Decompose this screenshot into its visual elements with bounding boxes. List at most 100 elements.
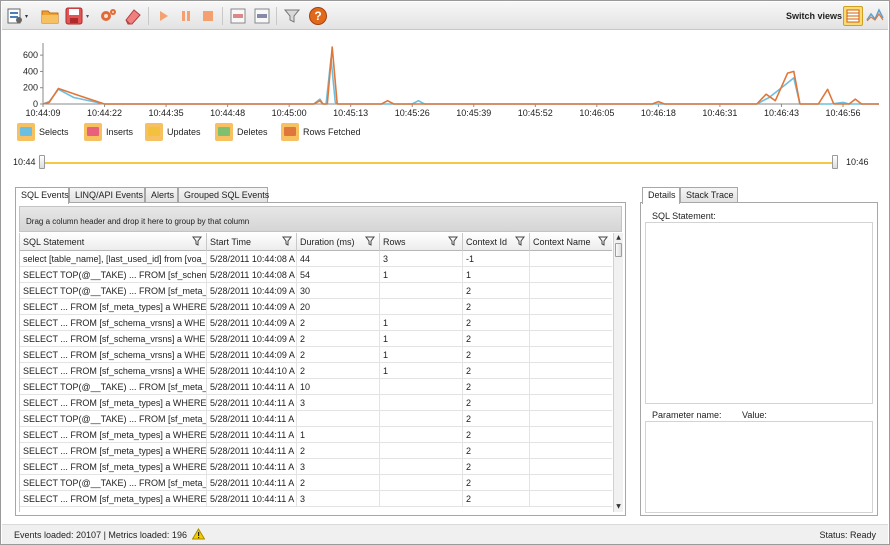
svg-text:?: ? (314, 9, 321, 23)
col-context-id-cell: 2 (463, 491, 530, 507)
table-row[interactable]: select [table_name], [last_used_id] from… (20, 251, 612, 267)
table-row[interactable]: SELECT ... FROM [sf_meta_types] a WHERE … (20, 443, 612, 459)
scroll-up-arrow-icon[interactable]: ▲ (614, 233, 623, 243)
col-start-time-cell: 5/28/2011 10:44:08 A (207, 267, 297, 283)
table-row[interactable]: SELECT TOP(@__TAKE) ... FROM [sf_meta_ty… (20, 283, 612, 299)
col-context-name-cell (530, 299, 612, 315)
column-filter-icon[interactable] (598, 236, 608, 248)
col-context-id-cell: 2 (463, 315, 530, 331)
col-rows-header[interactable]: Rows (380, 233, 463, 251)
help-icon[interactable]: ? (308, 6, 328, 26)
sql-statement-textbox[interactable] (645, 222, 873, 404)
col-rows-cell: 3 (380, 251, 463, 267)
group-by-drop-area[interactable]: Drag a column header and drop it here to… (19, 206, 622, 232)
table-row[interactable]: SELECT ... FROM [sf_schema_vrsns] a WHER… (20, 363, 612, 379)
clear-eraser-icon[interactable] (122, 6, 142, 26)
x-tick-label: 10:44:48 (210, 108, 245, 118)
col-context-id-cell: 2 (463, 347, 530, 363)
open-folder-icon[interactable] (40, 6, 60, 26)
col-context-name-cell (530, 379, 612, 395)
col-sql-statement-cell: SELECT TOP(@__TAKE) ... FROM [sf_meta_ty… (20, 411, 207, 427)
y-tick-label: 600 (23, 50, 38, 60)
col-sql-statement-cell: SELECT ... FROM [sf_meta_types] a WHERE … (20, 443, 207, 459)
legend-label: Updates (167, 127, 201, 137)
table-row[interactable]: SELECT ... FROM [sf_schema_vrsns] a WHER… (20, 347, 612, 363)
x-tick-label: 10:46:05 (579, 108, 614, 118)
table-row[interactable]: SELECT TOP(@__TAKE) ... FROM [sf_meta_ty… (20, 411, 612, 427)
new-session-icon[interactable] (6, 6, 32, 26)
scroll-thumb[interactable] (615, 243, 622, 257)
col-context-id-cell: 2 (463, 331, 530, 347)
col-context-id-header[interactable]: Context Id (463, 233, 530, 251)
col-start-time-cell: 5/28/2011 10:44:09 A (207, 283, 297, 299)
table-row[interactable]: SELECT ... FROM [sf_meta_types] a WHERE … (20, 459, 612, 475)
table-row[interactable]: SELECT ... FROM [sf_meta_types] a WHERE … (20, 427, 612, 443)
table-row[interactable]: SELECT ... FROM [sf_meta_types] a WHERE … (20, 491, 612, 507)
col-rows-cell (380, 443, 463, 459)
table-row[interactable]: SELECT ... FROM [sf_meta_types] a WHERE … (20, 395, 612, 411)
parameters-list[interactable] (645, 421, 873, 513)
series-line-rows-fetched (42, 46, 890, 105)
tab-alerts[interactable]: Alerts (145, 187, 178, 203)
col-start-time-header[interactable]: Start Time (207, 233, 297, 251)
save-icon[interactable] (64, 6, 92, 26)
scroll-down-arrow-icon[interactable]: ▼ (614, 502, 623, 512)
warning-icon[interactable] (191, 528, 206, 543)
table-row[interactable]: SELECT TOP(@__TAKE) ... FROM [sf_meta_ty… (20, 379, 612, 395)
toolbar-separator (276, 7, 277, 25)
y-tick-label: 200 (23, 83, 38, 93)
col-rows-cell: 1 (380, 315, 463, 331)
col-duration-header[interactable]: Duration (ms) (297, 233, 380, 251)
col-context-name-cell (530, 267, 612, 283)
tab-details[interactable]: Details (642, 187, 680, 204)
grid-view-icon[interactable] (843, 6, 863, 26)
column-filter-icon[interactable] (282, 236, 292, 248)
play-icon[interactable] (154, 6, 174, 26)
filter-icon[interactable] (282, 6, 302, 26)
status-text: Status: Ready (819, 530, 876, 540)
pause-icon[interactable] (176, 6, 196, 26)
table-row[interactable]: SELECT ... FROM [sf_meta_types] a WHERE … (20, 299, 612, 315)
table-row[interactable]: SELECT TOP(@__TAKE) ... FROM [sf_meta_ty… (20, 475, 612, 491)
table-row[interactable]: SELECT ... FROM [sf_schema_vrsns] a WHER… (20, 315, 612, 331)
time-range-slider-track[interactable] (41, 162, 836, 164)
col-context-id-cell: 2 (463, 283, 530, 299)
col-context-name-cell (530, 363, 612, 379)
grid-vertical-scrollbar[interactable]: ▲ ▼ (613, 233, 623, 512)
col-context-name-cell (530, 331, 612, 347)
col-context-name-cell (530, 443, 612, 459)
metrics-chart: 600 400 200 0 10:44:09 10:44:22 10:44:35 10:44:… (11, 41, 890, 145)
chart-view-icon[interactable] (865, 6, 885, 26)
col-start-time-cell: 5/28/2011 10:44:08 A (207, 251, 297, 267)
time-range-slider-start-handle[interactable] (39, 155, 45, 169)
col-duration-cell: 2 (297, 475, 380, 491)
column-filter-icon[interactable] (365, 236, 375, 248)
grid-header: SQL Statement Start Time Duration (ms) Rows… (20, 233, 612, 251)
settings-gear-icon[interactable] (98, 6, 118, 26)
col-context-name-header[interactable]: Context Name (530, 233, 612, 251)
col-duration-cell: 2 (297, 315, 380, 331)
tab-sql-events[interactable]: SQL Events (15, 187, 69, 204)
col-context-name-cell (530, 459, 612, 475)
col-context-id-cell: 2 (463, 411, 530, 427)
details-panel: SQL Statement: Parameter name: Value: (640, 202, 878, 516)
col-sql-statement-header[interactable]: SQL Statement (20, 233, 207, 251)
column-filter-icon[interactable] (515, 236, 525, 248)
sql-export-icon[interactable] (228, 6, 248, 26)
table-row[interactable]: SELECT ... FROM [sf_schema_vrsns] a WHER… (20, 331, 612, 347)
col-duration-cell: 2 (297, 331, 380, 347)
stop-icon[interactable] (198, 6, 218, 26)
legend-swatch (281, 123, 299, 141)
col-sql-statement-cell: SELECT ... FROM [sf_schema_vrsns] a WHER… (20, 331, 207, 347)
table-row[interactable]: SELECT TOP(@__TAKE) ... FROM [sf_schema_… (20, 267, 612, 283)
tab-grouped-sql-events[interactable]: Grouped SQL Events (178, 187, 269, 203)
column-filter-icon[interactable] (192, 236, 202, 248)
col-duration-cell: 30 (297, 283, 380, 299)
column-filter-icon[interactable] (448, 236, 458, 248)
x-tick-label: 10:44:09 (25, 108, 60, 118)
tab-stack-trace[interactable]: Stack Trace (680, 187, 738, 203)
time-range-slider-end-handle[interactable] (832, 155, 838, 169)
tab-linq-api-events[interactable]: LINQ/API Events (69, 187, 145, 203)
column-header-label: Context Name (533, 237, 591, 247)
linq-export-icon[interactable] (252, 6, 272, 26)
